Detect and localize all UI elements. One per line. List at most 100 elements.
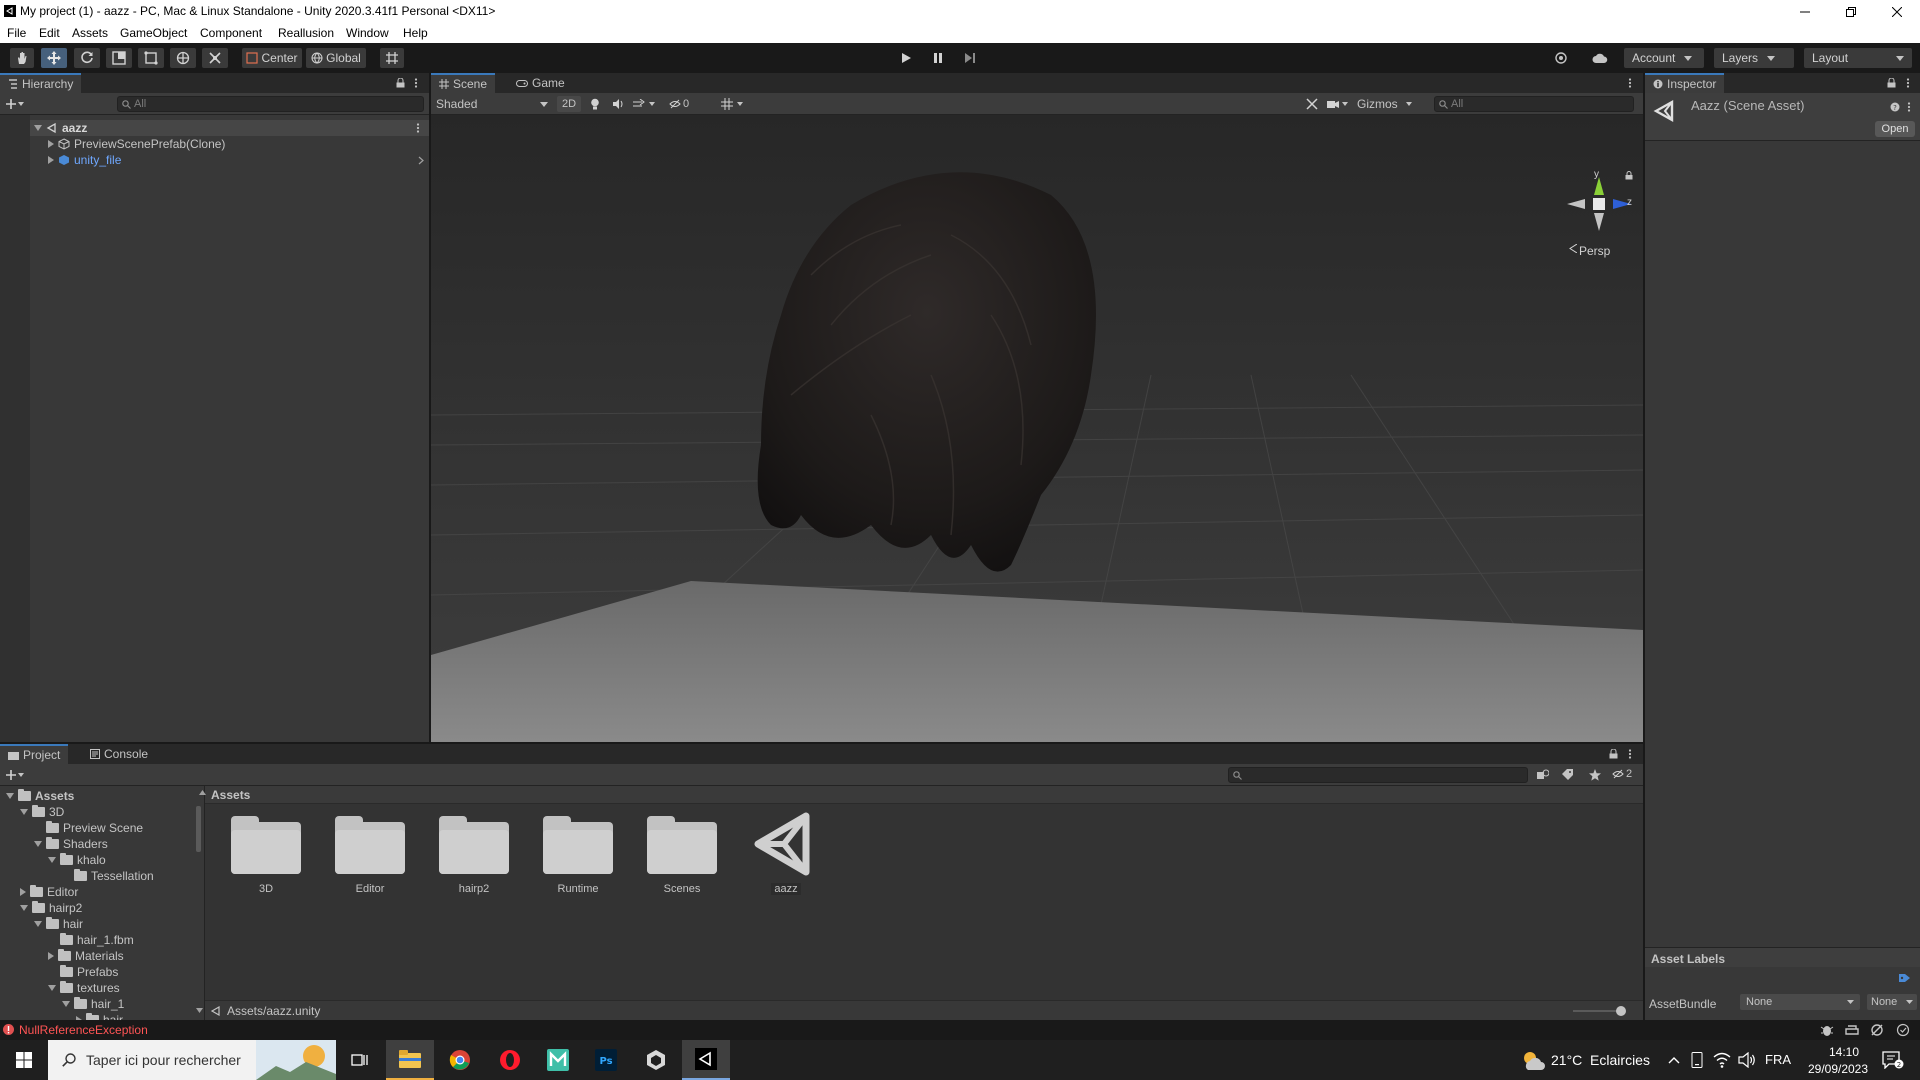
clock-date[interactable]: 29/09/2023	[1800, 1062, 1876, 1076]
folder-tree-item[interactable]: Materials	[48, 948, 124, 964]
label-tag-icon[interactable]	[1899, 973, 1911, 983]
clock-time[interactable]: 14:10	[1813, 1045, 1875, 1059]
lock-icon[interactable]	[1887, 78, 1896, 88]
folder-tree-item[interactable]: Preview Scene	[34, 820, 143, 836]
orientation-gizmo[interactable]	[1561, 173, 1637, 233]
tools-icon[interactable]	[1303, 96, 1321, 112]
rect-tool-icon[interactable]	[138, 48, 164, 68]
icon-size-slider-thumb[interactable]	[1616, 1006, 1626, 1016]
layers-dropdown[interactable]: Layers	[1714, 48, 1794, 68]
hierarchy-item[interactable]: unity_file	[48, 152, 121, 168]
more-options-icon[interactable]	[1628, 78, 1632, 88]
weather-text[interactable]: 21°C Eclaircies	[1551, 1052, 1650, 1068]
grid-toggle[interactable]	[721, 96, 753, 112]
step-button[interactable]	[956, 48, 984, 68]
expand-arrow-icon[interactable]	[20, 888, 26, 896]
scroll-up-icon[interactable]	[199, 790, 206, 795]
gizmos-dropdown[interactable]: Gizmos	[1357, 96, 1417, 112]
audio-toggle-icon[interactable]	[609, 96, 629, 112]
expand-arrow-icon[interactable]	[48, 952, 54, 960]
hand-tool-icon[interactable]	[10, 48, 34, 68]
chevron-right-icon[interactable]	[418, 156, 424, 165]
file-explorer-icon[interactable]	[386, 1040, 434, 1080]
asset-label[interactable]: aazz	[771, 883, 801, 895]
language-indicator[interactable]: FRA	[1765, 1052, 1791, 1067]
tab-scene[interactable]: Scene	[431, 73, 496, 93]
folder-tree-item[interactable]: hair_1	[62, 996, 124, 1012]
unity-editor-icon[interactable]	[682, 1040, 730, 1080]
tree-scrollbar[interactable]	[196, 806, 201, 852]
folder-tree-item[interactable]: hairp2	[20, 900, 82, 916]
auto-generate-lighting-icon[interactable]	[1870, 1023, 1884, 1037]
gizmo-lock-icon[interactable]	[1625, 171, 1633, 180]
lighting-toggle-icon[interactable]	[585, 96, 605, 112]
wifi-icon[interactable]	[1713, 1052, 1731, 1068]
snap-grid-icon[interactable]	[380, 48, 404, 68]
chrome-icon[interactable]	[436, 1040, 484, 1080]
lock-icon[interactable]	[396, 78, 405, 88]
menu-assets[interactable]: Assets	[72, 26, 108, 40]
assetbundle-dropdown[interactable]: None	[1740, 994, 1860, 1010]
folder-tree-item[interactable]: hair	[34, 916, 83, 932]
more-options-icon[interactable]	[414, 78, 418, 88]
asset-label[interactable]: Runtime	[533, 883, 623, 895]
restore-button[interactable]	[1828, 0, 1874, 23]
folder-tree-item[interactable]: 3D	[20, 804, 64, 820]
pivot-mode-button[interactable]: Center	[242, 48, 302, 68]
hierarchy-scene-row[interactable]: aazz	[30, 120, 429, 136]
favorites-star-icon[interactable]	[1589, 769, 1601, 781]
tab-hierarchy[interactable]: Hierarchy	[0, 73, 82, 93]
unity-scene-icon[interactable]	[750, 808, 822, 880]
folder-tree-item[interactable]: Prefabs	[48, 964, 118, 980]
progress-circle-icon[interactable]	[1896, 1023, 1910, 1037]
assetbundle-variant-dropdown[interactable]: None	[1867, 994, 1917, 1010]
expand-arrow-icon[interactable]	[34, 125, 42, 131]
menu-reallusion[interactable]: Reallusion	[278, 26, 334, 40]
open-button[interactable]: Open	[1875, 121, 1915, 137]
opera-icon[interactable]	[486, 1040, 534, 1080]
search-by-type-icon[interactable]	[1537, 769, 1549, 781]
play-button[interactable]	[892, 48, 920, 68]
breadcrumb-assets[interactable]: Assets	[211, 788, 250, 802]
photoshop-icon[interactable]: Ps	[582, 1040, 630, 1080]
expand-arrow-icon[interactable]	[48, 857, 56, 863]
scene-search-input[interactable]: All	[1434, 96, 1634, 112]
taskbar-search[interactable]: Taper ici pour rechercher	[48, 1040, 336, 1080]
tab-inspector[interactable]: Inspector	[1645, 73, 1725, 93]
menu-gameobject[interactable]: GameObject	[120, 26, 187, 40]
menu-file[interactable]: File	[7, 26, 26, 40]
menu-help[interactable]: Help	[403, 26, 428, 40]
asset-label[interactable]: Scenes	[637, 883, 727, 895]
hierarchy-search-input[interactable]: All	[117, 96, 424, 112]
maya-icon[interactable]	[534, 1040, 582, 1080]
pivot-space-button[interactable]: Global	[306, 48, 366, 68]
account-dropdown[interactable]: Account	[1624, 48, 1704, 68]
folder-tree-item[interactable]: khalo	[48, 852, 106, 868]
folder-tree-item[interactable]: textures	[48, 980, 120, 996]
folder-tree-item[interactable]: hair	[76, 1012, 123, 1020]
hierarchy-item[interactable]: PreviewScenePrefab(Clone)	[48, 136, 225, 152]
expand-arrow-icon[interactable]	[48, 985, 56, 991]
transform-tool-icon[interactable]	[170, 48, 196, 68]
device-icon[interactable]	[1690, 1052, 1704, 1068]
asset-label[interactable]: Editor	[325, 883, 415, 895]
tab-project[interactable]: Project	[0, 744, 69, 764]
expand-arrow-icon[interactable]	[48, 140, 54, 148]
custom-tool-icon[interactable]	[202, 48, 228, 68]
notifications-icon[interactable]: 2	[1882, 1051, 1904, 1069]
project-search-input[interactable]	[1228, 767, 1528, 783]
toggle-2d-button[interactable]: 2D	[557, 96, 581, 112]
projection-toggle[interactable]: Persp	[1569, 244, 1610, 258]
pause-button[interactable]	[924, 48, 952, 68]
scale-tool-icon[interactable]	[106, 48, 132, 68]
rotate-tool-icon[interactable]	[74, 48, 100, 68]
expand-arrow-icon[interactable]	[20, 809, 28, 815]
volume-icon[interactable]	[1738, 1052, 1756, 1068]
more-options-icon[interactable]	[1906, 78, 1910, 88]
menu-component[interactable]: Component	[200, 26, 262, 40]
cloud-icon[interactable]	[1586, 48, 1614, 68]
task-view-icon[interactable]	[336, 1040, 384, 1080]
minimize-button[interactable]	[1782, 0, 1828, 23]
baking-icon[interactable]	[1845, 1023, 1859, 1037]
asset-label[interactable]: 3D	[221, 883, 311, 895]
